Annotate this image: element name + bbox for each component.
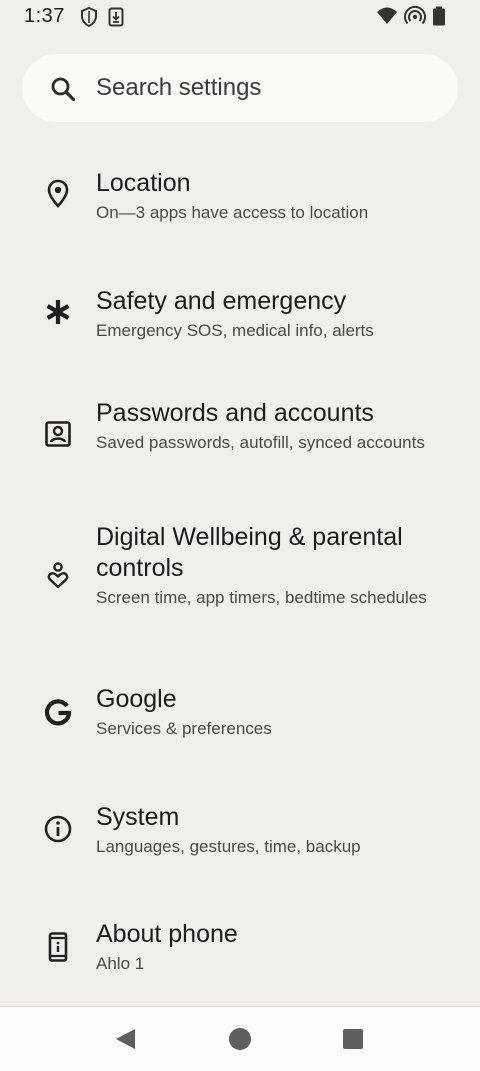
setting-summary: Emergency SOS, medical info, alerts xyxy=(96,321,374,340)
setting-title: About phone xyxy=(96,920,238,948)
setting-item-location[interactable]: Location On—3 apps have access to locati… xyxy=(0,140,480,250)
setting-item-about-phone[interactable]: About phone Ahlo 1 xyxy=(0,902,480,1006)
shield-icon xyxy=(80,6,98,32)
search-bar[interactable]: Search settings xyxy=(22,54,458,122)
phone-icon xyxy=(42,931,74,963)
setting-summary: On—3 apps have access to location xyxy=(96,203,369,222)
wellbeing-icon xyxy=(42,559,74,591)
setting-summary: Saved passwords, autofill, synced accoun… xyxy=(96,433,425,452)
status-notification-icons xyxy=(80,6,124,32)
setting-summary: Ahlo 1 xyxy=(96,954,145,973)
location-pin-icon xyxy=(42,178,74,210)
setting-title: Safety and emergency xyxy=(96,287,347,315)
recents-square-icon[interactable] xyxy=(341,1027,365,1051)
setting-item-google[interactable]: Google Services & preferences xyxy=(0,666,480,776)
navigation-bar xyxy=(0,1006,480,1071)
setting-title: Digital Wellbeing & parental controls xyxy=(96,523,403,582)
setting-summary: Services & preferences xyxy=(96,719,272,738)
setting-title: Location xyxy=(96,169,191,197)
setting-item-digital-wellbeing[interactable]: Digital Wellbeing & parental controls Sc… xyxy=(0,506,480,656)
search-icon xyxy=(50,76,76,102)
setting-summary: Screen time, app timers, bedtime schedul… xyxy=(96,588,427,607)
status-system-icons xyxy=(376,5,446,31)
home-circle-icon[interactable] xyxy=(228,1027,252,1051)
setting-item-system[interactable]: System Languages, gestures, time, backup xyxy=(0,784,480,894)
asterisk-icon xyxy=(42,296,74,328)
account-box-icon xyxy=(42,418,74,450)
battery-icon xyxy=(432,6,446,31)
back-triangle-icon[interactable] xyxy=(114,1027,138,1051)
info-icon xyxy=(42,813,74,845)
status-bar: 1:37 xyxy=(0,0,480,34)
download-icon xyxy=(108,7,124,32)
wifi-icon xyxy=(376,6,398,31)
setting-item-passwords[interactable]: Passwords and accounts Saved passwords, … xyxy=(0,378,480,498)
setting-title: System xyxy=(96,803,180,831)
setting-title: Google xyxy=(96,685,177,713)
status-time: 1:37 xyxy=(24,5,65,27)
setting-summary: Languages, gestures, time, backup xyxy=(96,837,361,856)
search-placeholder: Search settings xyxy=(96,74,262,101)
hotspot-icon xyxy=(404,5,426,31)
setting-item-safety[interactable]: Safety and emergency Emergency SOS, medi… xyxy=(0,258,480,368)
setting-title: Passwords and accounts xyxy=(96,399,374,427)
google-g-icon xyxy=(42,696,74,728)
